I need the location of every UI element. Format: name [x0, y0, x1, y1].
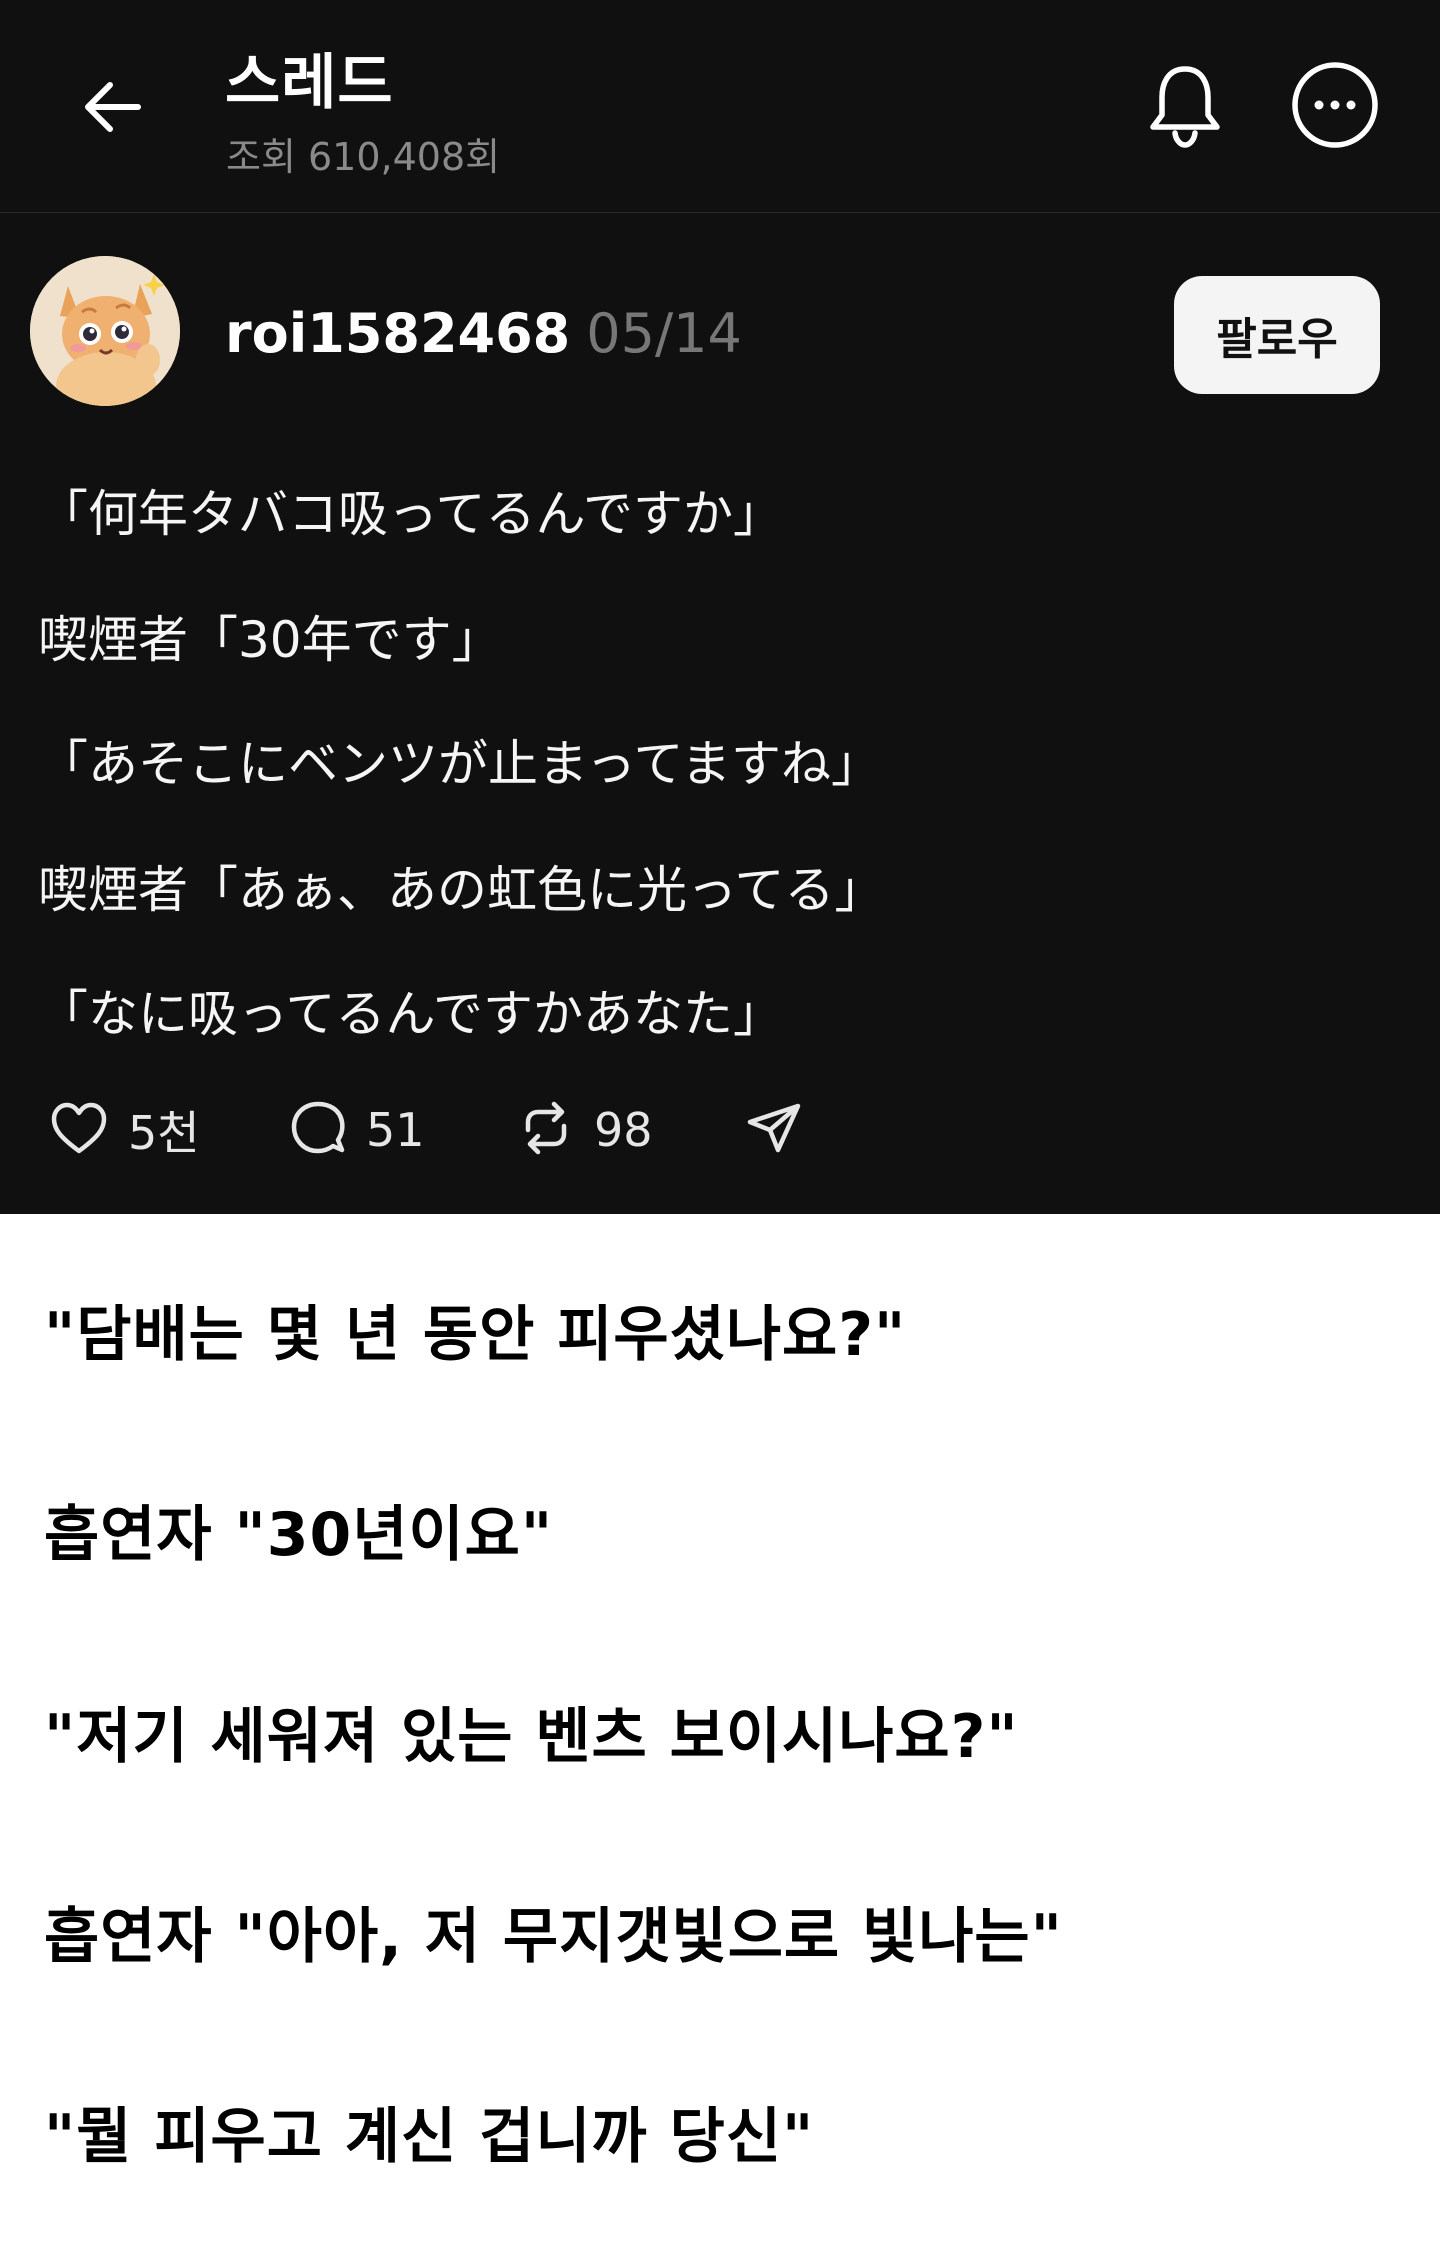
view-count: 조회 610,408회	[226, 135, 501, 179]
back-button[interactable]	[70, 66, 156, 152]
post-actions-bar: 5천 51 98	[0, 1100, 1440, 1160]
translation-line: 흡연자 "30년이요"	[44, 1500, 554, 1570]
translation-line: "담배는 몇 년 동안 피우셨나요?"	[44, 1300, 907, 1370]
bell-icon	[1145, 61, 1225, 153]
send-icon	[746, 1100, 802, 1160]
post-text-line: 喫煙者「あぁ、あの虹色に光ってる」	[38, 861, 885, 919]
post-text-line: 「あそこにベンツが止まってますね」	[38, 735, 881, 793]
comment-count: 51	[366, 1103, 425, 1157]
translation-line: 흡연자 "아아, 저 무지갯빛으로 빛나는"	[44, 1902, 1063, 1972]
author-avatar[interactable]	[30, 256, 180, 406]
author-username[interactable]: roi1582468	[225, 302, 570, 365]
like-count: 5천	[128, 1106, 200, 1160]
post-text-line: 「なに吸ってるんですかあなた」	[38, 985, 783, 1043]
follow-button[interactable]: 팔로우	[1174, 276, 1380, 394]
page-title: 스레드	[225, 48, 394, 118]
repost-button[interactable]: 98	[518, 1100, 653, 1160]
notification-button[interactable]	[1140, 60, 1230, 154]
repost-icon	[518, 1100, 574, 1160]
post-text-line: 喫煙者「30年です」	[38, 611, 502, 669]
heart-icon	[50, 1101, 108, 1159]
post-text-line: 「何年タバコ吸ってるんですか」	[38, 485, 783, 543]
translation-line: "저기 세워져 있는 벤츠 보이시나요?"	[44, 1702, 1019, 1772]
top-bar: 스레드 조회 610,408회	[0, 0, 1440, 213]
author-meta: roi1582468 05/14	[225, 302, 742, 365]
translation-line: "뭘 피우고 계신 겁니까 당신"	[44, 2102, 815, 2172]
share-button[interactable]	[746, 1100, 802, 1160]
thread-post-screen: 스레드 조회 610,408회 roi1582468 05/14 팔로우 「何年…	[0, 0, 1440, 1214]
more-options-button[interactable]	[1290, 62, 1380, 152]
back-arrow-icon	[78, 72, 148, 146]
repost-count: 98	[594, 1103, 653, 1157]
like-button[interactable]: 5천	[50, 1100, 200, 1160]
more-options-icon	[1290, 60, 1380, 154]
comment-button[interactable]: 51	[290, 1100, 425, 1160]
comment-icon	[290, 1100, 346, 1160]
post-date: 05/14	[586, 302, 742, 365]
